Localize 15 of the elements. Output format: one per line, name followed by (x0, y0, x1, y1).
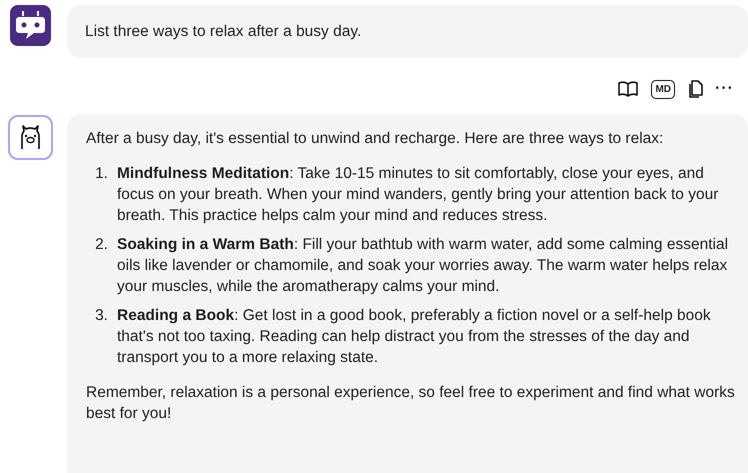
list-number: 2. (94, 235, 109, 255)
list-item-text: Soaking in a Warm Bath: Fill your bathtub with warm water, add some calming essential oils like lavender or chamomile, and soak your worries away. The warm water helps relax your muscles, while the aromatherapy calms your mind. (117, 235, 730, 297)
bot-avatar-icon (10, 5, 51, 46)
markdown-button[interactable]: MD (651, 80, 676, 98)
copy-icon[interactable] (687, 79, 704, 99)
list-item-text: Reading a Book: Get lost in a good book, preferably a fiction novel or a self-help book that's not too taxing. Reading can help distract you from the stresses of the day and transport you to a more relaxing state. (117, 306, 712, 368)
list-number: 3. (94, 306, 109, 326)
llama-avatar-icon (8, 115, 53, 160)
more-button[interactable]: ··· (715, 80, 734, 98)
user-message: List three ways to relax after a busy day. (67, 5, 748, 58)
list-item-text: Mindfulness Meditation: Take 10-15 minutes to sit comfortably, close your eyes, and focus on your breath. When your mind wanders, gently bring your attention back to your breath. This practice helps calm your mind and reduces stress. (117, 164, 720, 226)
list-number: 1. (94, 164, 109, 184)
response-outro: Remember, relaxation is a personal experience, so feel free to experiment and find what works best for you! (86, 383, 736, 424)
response-intro: After a busy day, it's essential to unwind and recharge. Here are three ways to relax: (86, 129, 664, 149)
book-icon[interactable] (617, 80, 640, 98)
